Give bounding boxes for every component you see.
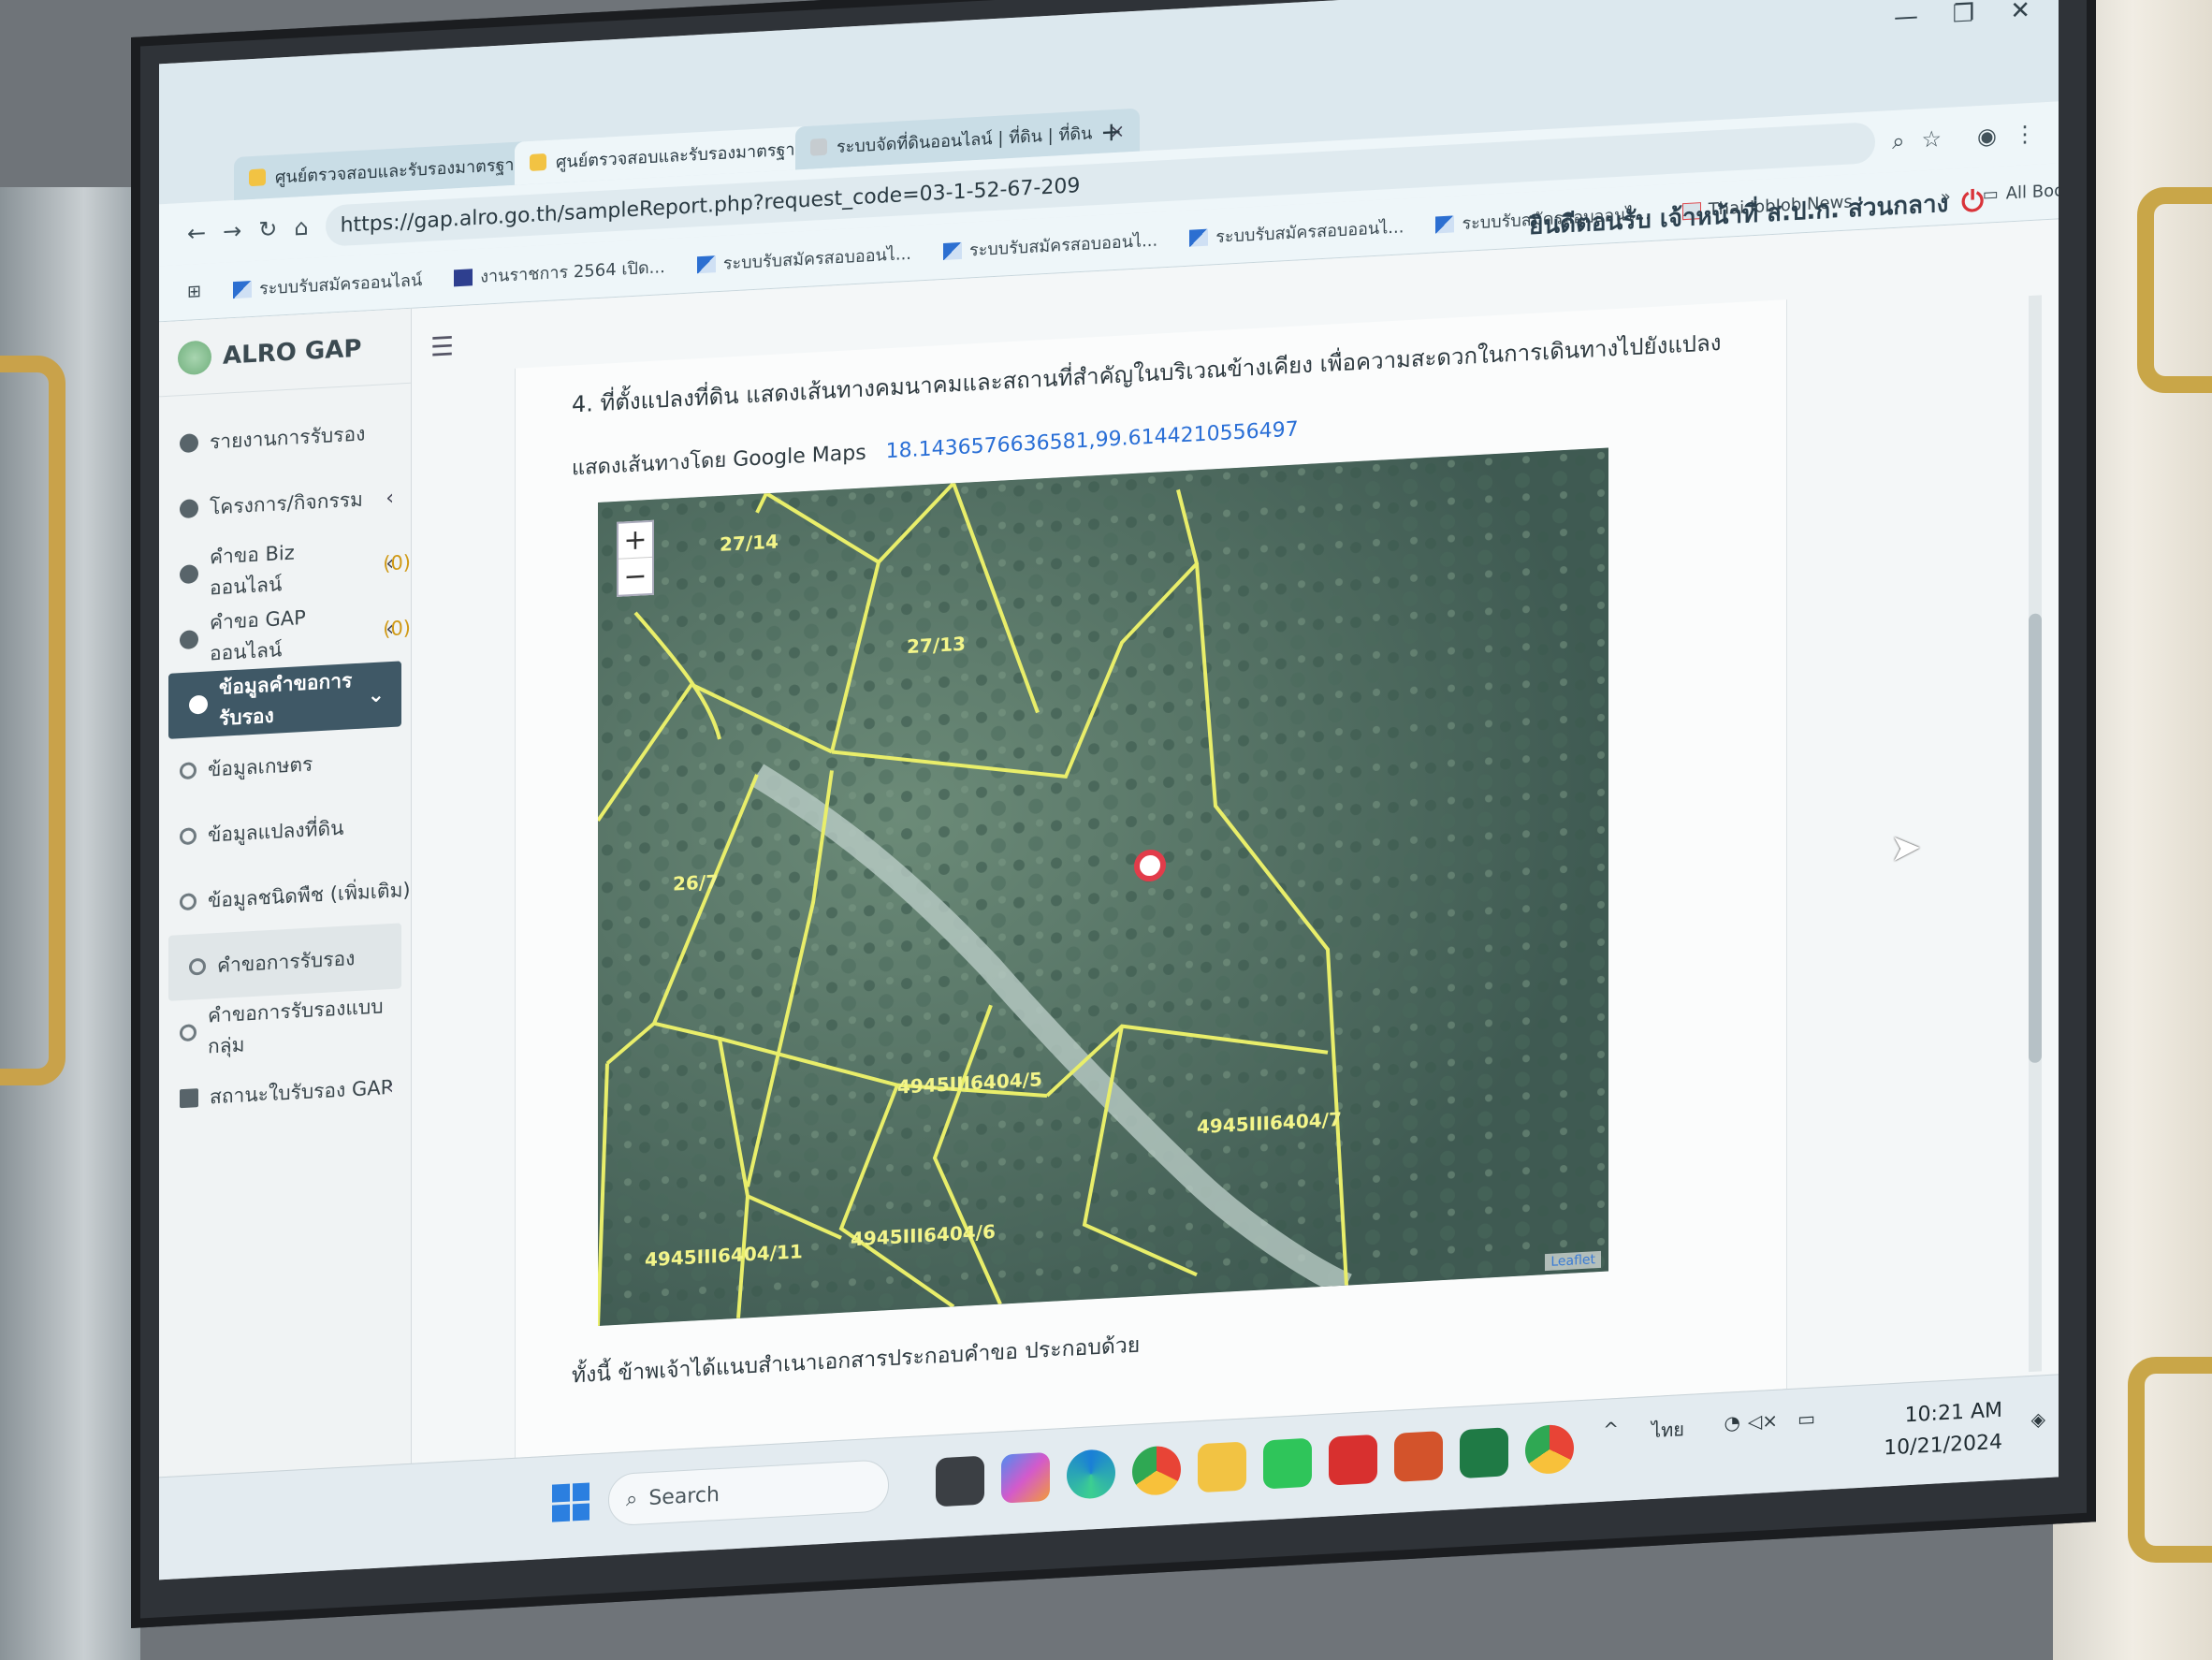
parcel-label: 27/14: [720, 530, 779, 556]
zoom-icon[interactable]: ⌕: [1892, 127, 1904, 154]
chevron-left-icon: ‹: [386, 551, 394, 575]
chevron-left-icon: ‹: [386, 486, 394, 510]
bookmark-3[interactable]: ระบบรับสมัครสอบออนไ...: [696, 240, 911, 278]
bookmark-4[interactable]: ระบบรับสมัครสอบออนไ...: [943, 226, 1157, 265]
report-content: 4. ที่ตั้งแปลงที่ดิน แสดงเส้นทางคมนาคมแล…: [515, 299, 1787, 1510]
sidebar: ALRO GAP รายงานการรับรอง โครงการ/กิจกรรม…: [159, 308, 412, 1530]
reload-icon[interactable]: ↻: [258, 216, 277, 243]
acrobat-icon[interactable]: [1329, 1434, 1377, 1486]
bookmark-icon: [943, 241, 963, 260]
site-favicon-icon: [810, 138, 827, 156]
edge-icon[interactable]: [1067, 1449, 1115, 1500]
chevron-left-icon: ‹: [386, 1075, 394, 1099]
input-language[interactable]: ไทย: [1652, 1414, 1684, 1446]
taskbar-search[interactable]: ⌕ Search: [608, 1459, 889, 1527]
dashboard-icon: [180, 433, 198, 454]
zoom-out-button[interactable]: −: [618, 558, 652, 595]
battery-icon[interactable]: ▭: [1797, 1407, 1815, 1431]
browser-window: ศูนย์ตรวจสอบและรับรองมาตรฐานสินค้า × ศูน…: [159, 0, 2059, 1580]
task-view-icon[interactable]: [936, 1455, 984, 1507]
powerpoint-icon[interactable]: [1394, 1431, 1443, 1482]
zoom-in-button[interactable]: +: [618, 521, 652, 560]
profile-icon[interactable]: ◉: [1977, 123, 1997, 150]
chevron-left-icon: ‹: [386, 617, 394, 641]
notification-bell-icon[interactable]: ◈: [2031, 1407, 2045, 1431]
chrome-icon[interactable]: [1132, 1445, 1181, 1497]
forward-icon[interactable]: →: [223, 218, 241, 245]
circle-icon: [180, 762, 196, 780]
menu-toggle-icon[interactable]: ☰: [430, 330, 454, 362]
file-explorer-icon[interactable]: [1198, 1441, 1246, 1493]
database-icon: [189, 694, 208, 715]
projector-screen: ศูนย์ตรวจสอบและรับรองมาตรฐานสินค้า × ศูน…: [131, 0, 2096, 1628]
map-layer: [598, 447, 1608, 1326]
parcel-label: 27/13: [907, 632, 966, 659]
copilot-icon[interactable]: [1001, 1451, 1050, 1504]
bookmark-5[interactable]: ระบบรับสมัครสอบออนไ...: [1189, 212, 1404, 251]
bookmark-icon: [1189, 228, 1209, 247]
gold-ornament-right: [2137, 187, 2212, 393]
menu-dots-icon[interactable]: ⋮: [2014, 121, 2036, 148]
windows-start-icon[interactable]: [552, 1482, 589, 1522]
circle-icon: [180, 893, 196, 911]
minimize-icon[interactable]: —: [1894, 3, 1918, 32]
circle-icon: [189, 957, 206, 976]
nav-gap-status[interactable]: สถานะใบรับรอง GAP ‹: [159, 1054, 411, 1133]
excel-icon[interactable]: [1460, 1427, 1508, 1479]
chevron-down-icon: ⌄: [367, 682, 385, 707]
back-icon[interactable]: ←: [187, 220, 206, 247]
parcel-label: 26/7: [673, 869, 720, 896]
bookmark-2[interactable]: งานราชการ 2564 เปิด...: [454, 253, 665, 291]
gold-frame-left: [0, 356, 65, 1085]
bookmark-icon: [696, 255, 716, 273]
system-clock[interactable]: 10:21 AM 10/21/2024: [1884, 1395, 2002, 1465]
leaflet-attribution[interactable]: Leaflet: [1545, 1250, 1601, 1272]
apps-grid-icon[interactable]: ⊞: [187, 282, 201, 302]
location-marker-icon[interactable]: [1134, 849, 1166, 882]
site-favicon-icon: [530, 153, 546, 171]
folder-icon: ▭: [1982, 183, 1999, 205]
line-icon[interactable]: [1263, 1437, 1312, 1490]
gold-ornament-right-lower: [2128, 1357, 2212, 1563]
volume-mute-icon[interactable]: ◁×: [1748, 1409, 1778, 1434]
mouse-cursor-icon: ➤: [1890, 825, 1922, 871]
bookmark-star-icon[interactable]: ☆: [1922, 125, 1943, 153]
web-page: ALRO GAP รายงานการรับรอง โครงการ/กิจกรรม…: [159, 185, 2059, 1530]
all-bookmarks[interactable]: ▭ All Bookmarks: [1983, 178, 2059, 205]
wifi-icon[interactable]: ◔: [1724, 1411, 1740, 1434]
brand[interactable]: ALRO GAP: [159, 308, 411, 398]
close-window-icon[interactable]: ✕: [2010, 0, 2030, 25]
attachments-text: ทั้งนี้ ข้าพเจ้าได้แนบสำเนาเอกสารประกอบค…: [572, 1332, 1141, 1389]
satellite-map[interactable]: 27/14 27/13 26/7 4945III6404/5 4945III64…: [598, 447, 1608, 1326]
home-icon[interactable]: ⌂: [294, 214, 308, 241]
page-scrollbar[interactable]: [2029, 295, 2042, 1373]
bookmark-icon: [454, 268, 473, 286]
nav-certification-request[interactable]: คำขอการรับรอง: [168, 923, 401, 1001]
nav-request-data[interactable]: ข้อมูลคำขอการรับรอง ⌄: [168, 661, 401, 739]
new-tab-button[interactable]: +: [1085, 109, 1137, 154]
bookmark-icon: [233, 280, 253, 299]
zoom-control: + −: [617, 519, 654, 597]
tray-chevron-icon[interactable]: ^: [1603, 1418, 1619, 1441]
coordinates-link[interactable]: 18.1436576636581,99.6144210556497: [886, 417, 1299, 463]
circle-icon: [180, 827, 196, 846]
site-favicon-icon: [249, 168, 266, 187]
search-icon: ⌕: [626, 1487, 638, 1511]
globe-icon: [180, 630, 198, 650]
power-icon[interactable]: ⏻: [1961, 185, 1984, 219]
bookmark-1[interactable]: ระบบรับสมัครออนไลน์: [233, 266, 422, 303]
photo-room: ศูนย์ตรวจสอบและรับรองมาตรฐานสินค้า × ศูน…: [0, 0, 2212, 1660]
scrollbar-thumb[interactable]: [2029, 613, 2042, 1064]
restore-icon[interactable]: ❐: [1953, 0, 1974, 29]
chrome-active-icon[interactable]: [1525, 1423, 1574, 1476]
globe-icon: [180, 564, 198, 585]
bookmark-icon: [1435, 214, 1455, 233]
gear-icon: [180, 499, 198, 519]
circle-icon: [180, 1024, 196, 1042]
alro-logo-icon: [178, 339, 211, 375]
document-icon: [180, 1088, 198, 1109]
